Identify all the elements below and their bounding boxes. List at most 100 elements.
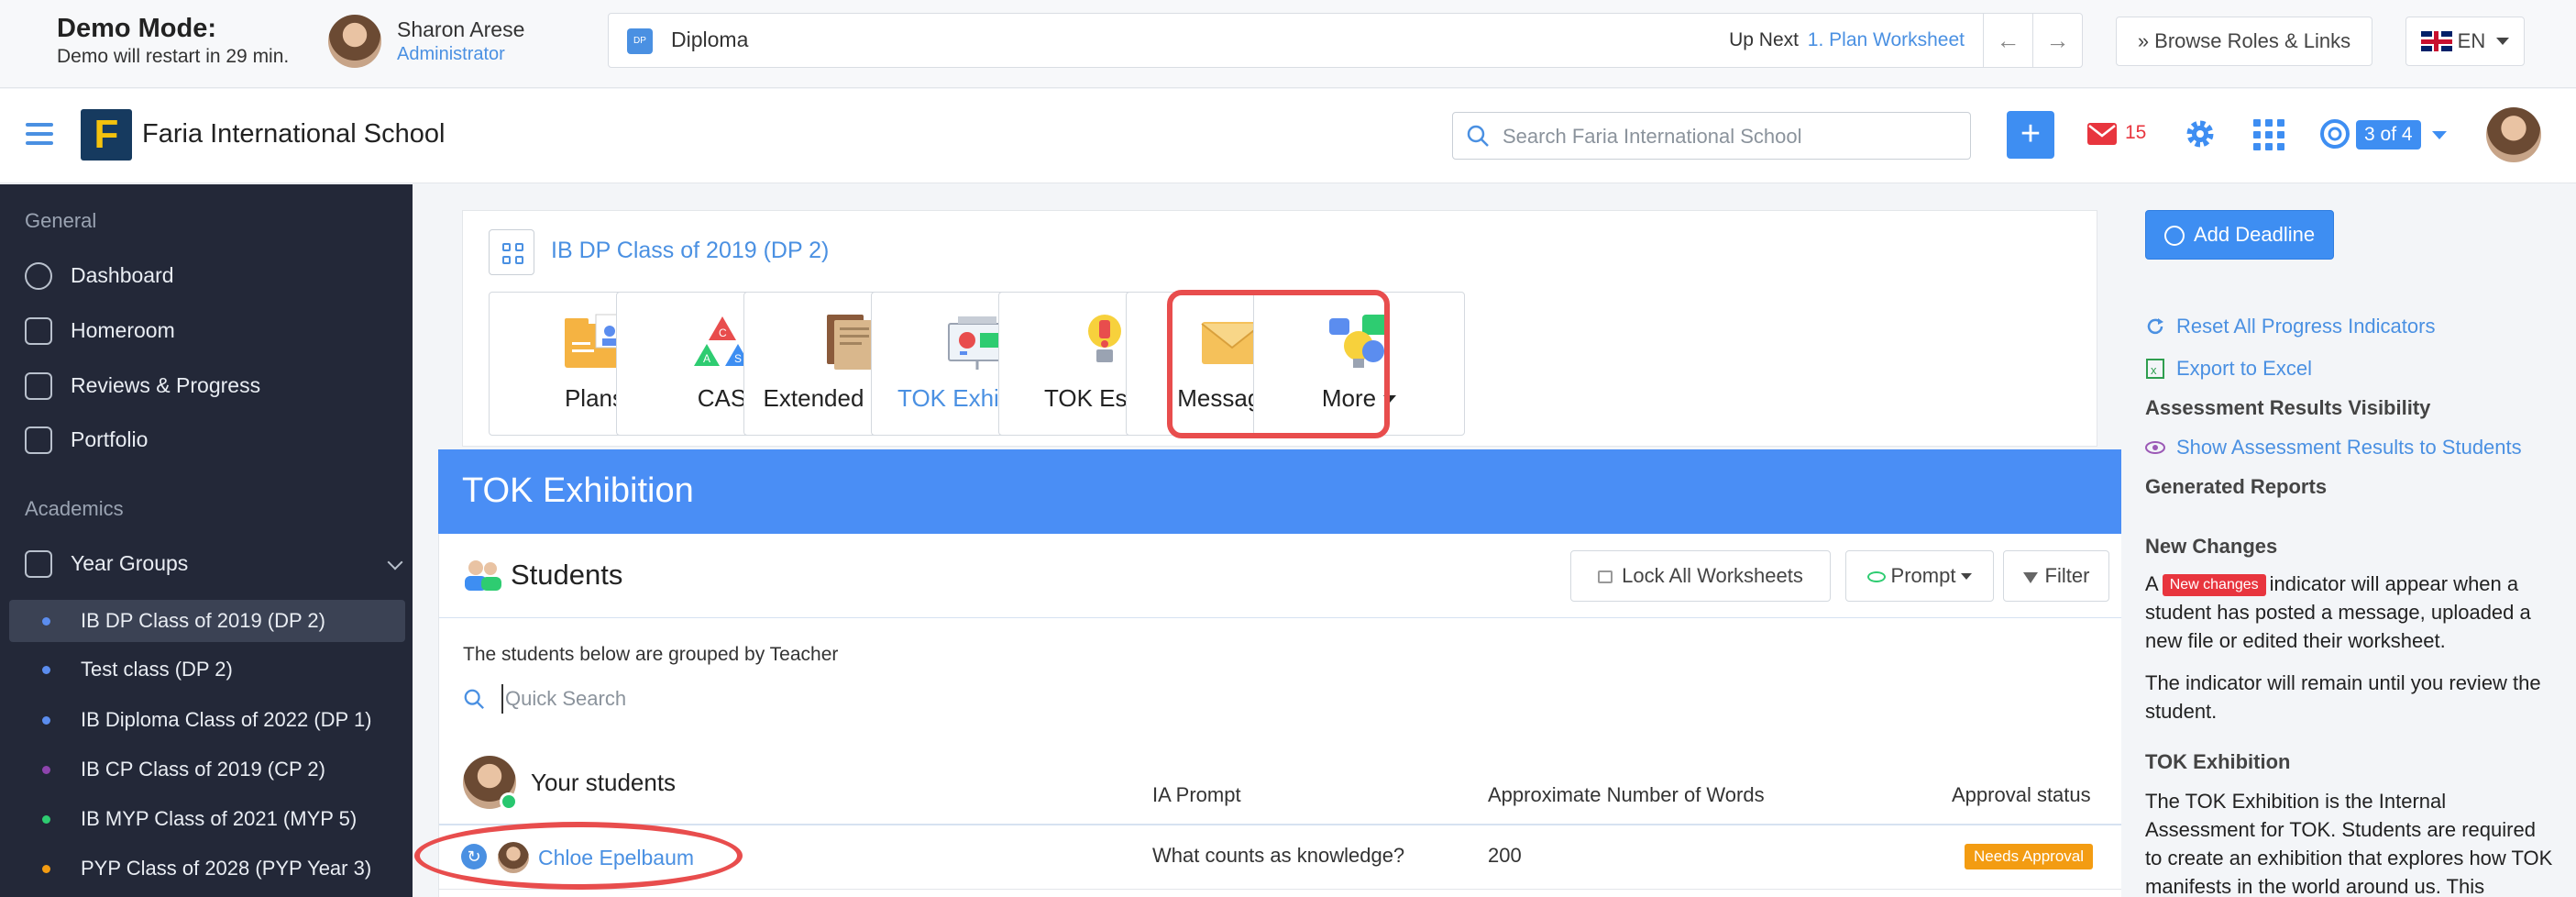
profile-avatar[interactable]	[2486, 107, 2541, 162]
search-icon	[464, 689, 484, 709]
column-header-ia-prompt[interactable]: IA Prompt	[1152, 783, 1241, 807]
sidebar-item-year-groups[interactable]: Year Groups	[25, 540, 403, 586]
browse-roles-button[interactable]: » Browse Roles & Links	[2116, 17, 2372, 66]
next-arrow-button[interactable]: →	[2032, 14, 2082, 67]
svg-text:S: S	[734, 352, 742, 365]
class-dot	[42, 716, 50, 725]
caret-down-icon	[1961, 573, 1973, 580]
sidebar-item-reviews-progress[interactable]: Reviews & Progress	[25, 362, 401, 408]
right-column: Add Deadline Reset All Progress Indicato…	[2121, 184, 2576, 897]
sidebar-class-label: IB Diploma Class of 2022 (DP 1)	[81, 708, 372, 731]
sidebar-class-label: PYP Class of 2028 (PYP Year 3)	[81, 857, 372, 880]
school-logo[interactable]: F	[81, 109, 132, 161]
students-icon	[465, 560, 501, 591]
user-role[interactable]: Administrator	[397, 44, 505, 65]
sidebar: General Dashboard Homeroom Reviews & Pro…	[0, 184, 413, 897]
class-dot	[42, 766, 50, 774]
sidebar-item-label: Portfolio	[71, 427, 149, 451]
lock-all-worksheets-button[interactable]: Lock All Worksheets	[1570, 550, 1831, 602]
tok-banner: TOK Exhibition	[438, 449, 2121, 534]
briefcase-icon	[25, 426, 52, 454]
school-name[interactable]: Faria International School	[142, 119, 445, 150]
class-dot	[42, 666, 50, 674]
highlight-annotation	[414, 822, 743, 890]
refresh-icon	[2147, 318, 2163, 335]
progress-count-badge[interactable]: 3 of 4	[2356, 120, 2421, 150]
user-name[interactable]: Sharon Arese	[397, 17, 524, 42]
sidebar-section-general: General	[25, 209, 97, 232]
students-title: Students	[511, 559, 623, 591]
clock-icon	[2164, 226, 2185, 246]
user-avatar[interactable]	[328, 15, 381, 68]
demo-bar: Demo Mode: Demo will restart in 29 min. …	[0, 0, 2576, 88]
uk-flag-icon	[2420, 31, 2452, 51]
language-selector[interactable]: EN	[2405, 17, 2525, 66]
help-lifering-icon[interactable]	[2319, 118, 2350, 150]
demo-title: Demo Mode:	[57, 14, 216, 43]
sidebar-class-label: IB CP Class of 2019 (CP 2)	[81, 758, 325, 781]
sidebar-item-label: Reviews & Progress	[71, 373, 261, 397]
class-grid-icon[interactable]	[489, 229, 534, 275]
prompt-dropdown[interactable]: Prompt	[1845, 550, 1994, 602]
export-excel-label: Export to Excel	[2176, 357, 2312, 380]
status-badge: Needs Approval	[1965, 844, 2094, 869]
programme-label[interactable]: Diploma	[671, 28, 748, 52]
visibility-heading: Assessment Results Visibility	[2145, 396, 2431, 419]
sidebar-class-item[interactable]: IB DP Class of 2019 (DP 2)	[9, 600, 405, 642]
column-header-words[interactable]: Approximate Number of Words	[1488, 783, 1765, 807]
sidebar-item-portfolio[interactable]: Portfolio	[25, 416, 401, 462]
sidebar-item-homeroom[interactable]: Homeroom	[25, 307, 401, 353]
student-word-count: 200	[1488, 844, 1522, 867]
sidebar-class-item[interactable]: IB CP Class of 2019 (CP 2)	[9, 748, 405, 791]
prompt-label: Prompt	[1890, 564, 1956, 587]
eye-icon	[2145, 441, 2165, 454]
group-title: Your students	[531, 769, 677, 796]
reset-progress-link[interactable]: Reset All Progress Indicators	[2145, 315, 2435, 338]
tok-description: The TOK Exhibition is the Internal Asses…	[2145, 790, 2553, 897]
sidebar-item-label: Homeroom	[71, 318, 175, 342]
grouped-note: The students below are grouped by Teache…	[463, 644, 839, 665]
export-excel-link[interactable]: x Export to Excel	[2145, 357, 2312, 381]
sidebar-class-label: IB DP Class of 2019 (DP 2)	[81, 609, 325, 632]
class-dot	[42, 617, 50, 626]
filter-button[interactable]: Filter	[2003, 550, 2109, 602]
prev-arrow-button[interactable]: ←	[1983, 14, 2032, 67]
chevron-down-icon	[387, 554, 403, 570]
show-results-label: Show Assessment Results to Students	[2176, 436, 2522, 459]
gear-icon[interactable]	[2184, 117, 2217, 150]
year-groups-icon	[25, 550, 52, 578]
sidebar-class-item[interactable]: IB MYP Class of 2021 (MYP 5)	[9, 798, 405, 840]
up-next-label: Up Next	[1729, 29, 1799, 50]
sidebar-class-label: IB MYP Class of 2021 (MYP 5)	[81, 807, 358, 830]
svg-text:C: C	[719, 327, 727, 339]
show-results-link[interactable]: Show Assessment Results to Students	[2145, 436, 2522, 460]
programme-bar: DP Diploma Up Next 1. Plan Worksheet ← →	[608, 13, 2083, 68]
sidebar-item-dashboard[interactable]: Dashboard	[25, 252, 401, 298]
add-button[interactable]: +	[2007, 111, 2054, 159]
column-header-approval[interactable]: Approval status	[1952, 783, 2091, 807]
mail-count[interactable]: 15	[2125, 122, 2146, 144]
sidebar-section-academics: Academics	[25, 497, 124, 520]
chevron-down-icon[interactable]	[2432, 131, 2447, 139]
apps-grid-icon[interactable]	[2253, 119, 2284, 150]
sidebar-class-item[interactable]: IB Diploma Class of 2022 (DP 1)	[9, 699, 405, 741]
up-next-link[interactable]: 1. Plan Worksheet	[1808, 29, 1965, 50]
svg-text:x: x	[2151, 363, 2157, 377]
hamburger-menu-icon[interactable]	[26, 123, 53, 145]
svg-text:A: A	[703, 352, 710, 365]
add-deadline-button[interactable]: Add Deadline	[2145, 210, 2334, 260]
student-prompt: What counts as knowledge?	[1152, 844, 1405, 867]
new-changes-text-2: The indicator will remain until you revi…	[2145, 671, 2541, 723]
chevron-down-icon	[2496, 38, 2510, 45]
search-input[interactable]	[1503, 122, 1961, 151]
new-changes-badge: New changes	[2162, 574, 2266, 596]
class-dot	[42, 815, 50, 824]
quick-search-input[interactable]	[501, 684, 996, 714]
sidebar-class-item[interactable]: PYP Class of 2028 (PYP Year 3)	[9, 847, 405, 890]
quick-search	[461, 681, 1011, 717]
students-header: Students Lock All Worksheets Prompt Filt…	[439, 534, 2122, 618]
mail-icon[interactable]	[2087, 123, 2117, 145]
class-title[interactable]: IB DP Class of 2019 (DP 2)	[551, 238, 829, 264]
page-title: TOK Exhibition	[462, 471, 694, 510]
sidebar-class-item[interactable]: Test class (DP 2)	[9, 648, 405, 691]
